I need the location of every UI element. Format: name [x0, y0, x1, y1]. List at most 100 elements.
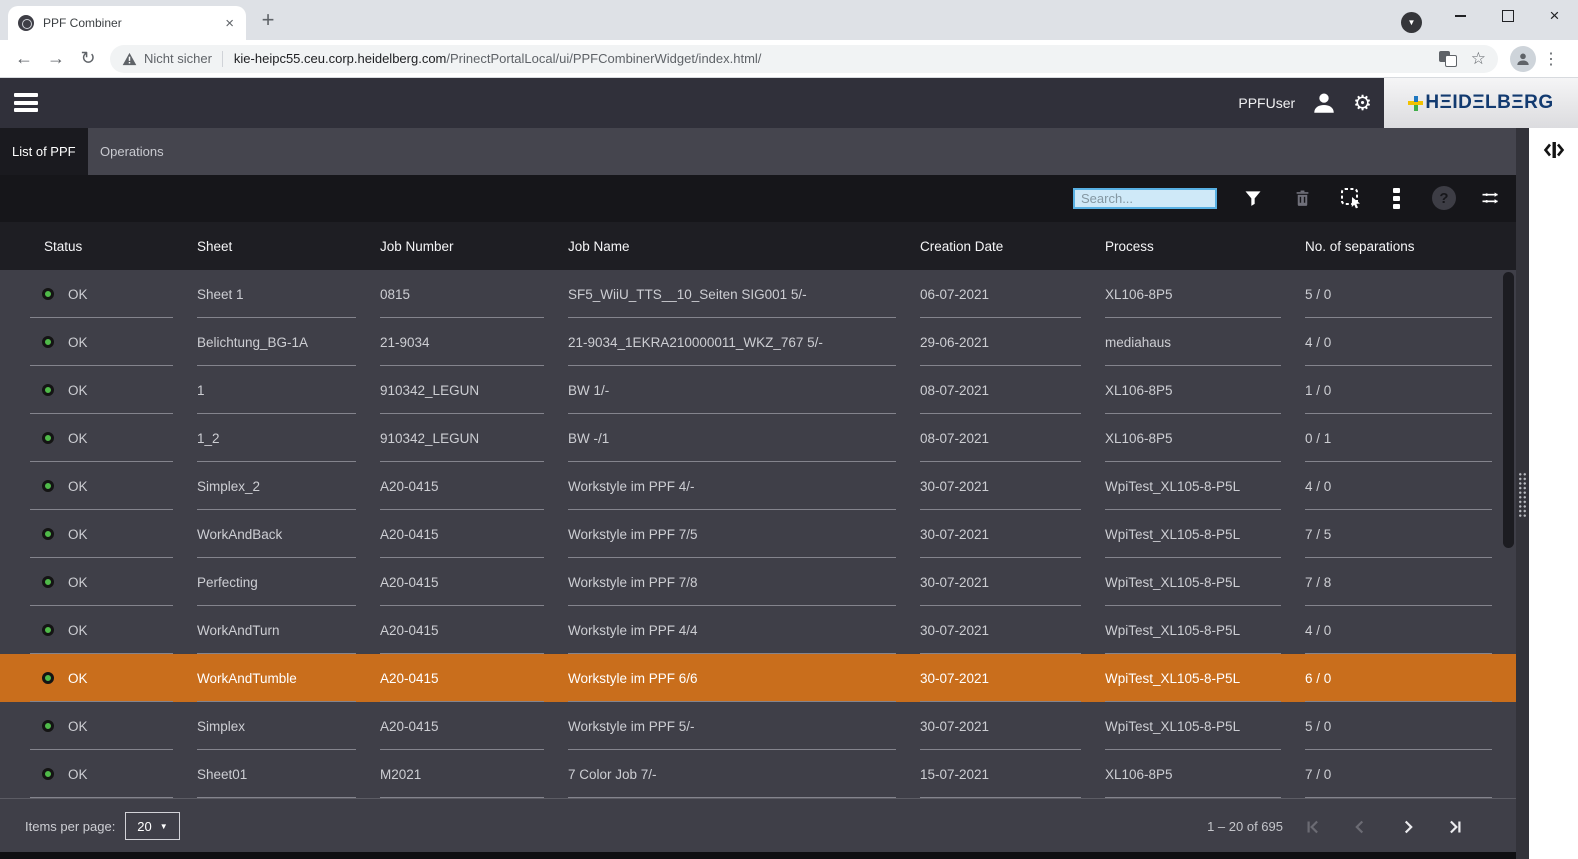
- cell-status: OK: [30, 366, 197, 414]
- first-page-icon[interactable]: [1300, 814, 1326, 840]
- cell-job-name: BW -/1: [568, 414, 920, 462]
- status-label: OK: [68, 334, 88, 350]
- close-button[interactable]: ×: [1531, 0, 1578, 32]
- cell-status: OK: [30, 606, 197, 654]
- column-header-no-of-separations[interactable]: No. of separations: [1305, 239, 1516, 254]
- cell-creation-date: 06-07-2021: [920, 270, 1105, 318]
- column-header-process[interactable]: Process: [1105, 239, 1305, 254]
- cell-sheet: WorkAndTurn: [197, 606, 380, 654]
- next-page-icon[interactable]: [1395, 814, 1421, 840]
- splitter-drag-handle-icon[interactable]: [1518, 472, 1527, 518]
- expand-panel-icon[interactable]: [1542, 141, 1566, 159]
- hamburger-menu-icon[interactable]: [14, 93, 38, 112]
- vertical-scrollbar-thumb[interactable]: [1503, 272, 1514, 548]
- help-icon[interactable]: ?: [1432, 186, 1456, 210]
- cell-process: WpiTest_XL105-8-P5L: [1105, 654, 1305, 702]
- table-row[interactable]: OK Simplex_2 A20-0415 Workstyle im PPF 4/- 3…: [0, 462, 1516, 510]
- cell-separations: 5 / 0: [1305, 270, 1516, 318]
- table-row[interactable]: OK WorkAndTurn A20-0415 Workstyle im PPF 4/…: [0, 606, 1516, 654]
- tab-close-icon[interactable]: ×: [223, 16, 236, 31]
- table-row[interactable]: OK 1_2 910342_LEGUN BW -/1 08-07-2021 XL106-8…: [0, 414, 1516, 462]
- cell-job-name: 21-9034_1EKRA210000011_WKZ_767 5/-: [568, 318, 920, 366]
- status-label: OK: [68, 382, 88, 398]
- cell-sheet: Belichtung_BG-1A: [197, 318, 380, 366]
- ppf-favicon-icon: [18, 15, 34, 31]
- back-icon[interactable]: ←: [8, 48, 40, 69]
- cell-job-number: A20-0415: [380, 558, 568, 606]
- column-header-job-number[interactable]: Job Number: [380, 239, 568, 254]
- cell-job-name: Workstyle im PPF 7/8: [568, 558, 920, 606]
- table-row[interactable]: OK Simplex A20-0415 Workstyle im PPF 5/- 30-…: [0, 702, 1516, 750]
- status-label: OK: [68, 622, 88, 638]
- column-header-status[interactable]: Status: [30, 239, 197, 254]
- items-per-page-select[interactable]: 20 ▼: [125, 812, 180, 840]
- forward-icon[interactable]: →: [40, 48, 72, 69]
- status-label: OK: [68, 286, 88, 302]
- reload-icon[interactable]: ↻: [72, 48, 104, 69]
- browser-tabstrip: PPF Combiner × + ▼ ×: [0, 0, 1578, 40]
- minimize-button[interactable]: [1437, 0, 1484, 32]
- browser-menu-icon[interactable]: ⋮: [1536, 49, 1566, 69]
- delete-trash-icon[interactable]: [1290, 186, 1314, 210]
- url-divider: [221, 50, 223, 67]
- column-header-job-name[interactable]: Job Name: [568, 239, 920, 254]
- search-input[interactable]: [1075, 190, 1215, 207]
- cell-sheet: Perfecting: [197, 558, 380, 606]
- cell-sheet: 1_2: [197, 414, 380, 462]
- browser-profile-avatar[interactable]: [1510, 45, 1536, 72]
- tab-operations[interactable]: Operations: [88, 128, 176, 175]
- cell-job-number: A20-0415: [380, 462, 568, 510]
- column-header-creation-date[interactable]: Creation Date: [920, 239, 1105, 254]
- items-per-page-label: Items per page:: [25, 818, 116, 834]
- column-header-sheet[interactable]: Sheet: [197, 239, 380, 254]
- cell-sheet: Simplex: [197, 702, 380, 750]
- filter-icon[interactable]: [1241, 186, 1265, 210]
- tab-list-of-ppf[interactable]: List of PPF: [0, 128, 88, 175]
- cell-status: OK: [30, 702, 197, 750]
- table-body: OK Sheet 1 0815 SF5_WiiU_TTS__10_Seiten SIG…: [0, 270, 1516, 798]
- cell-process: WpiTest_XL105-8-P5L: [1105, 462, 1305, 510]
- translate-icon[interactable]: [1438, 50, 1457, 67]
- table-row[interactable]: OK Belichtung_BG-1A 21-9034 21-9034_1EKRA21…: [0, 318, 1516, 366]
- table-row[interactable]: OK 1 910342_LEGUN BW 1/- 08-07-2021 XL106-8P5…: [0, 366, 1516, 414]
- table-row[interactable]: OK Perfecting A20-0415 Workstyle im PPF 7/8…: [0, 558, 1516, 606]
- table-row[interactable]: OK Sheet01 M2021 7 Color Job 7/- 15-07-2021 X…: [0, 750, 1516, 798]
- user-account-icon[interactable]: [1311, 90, 1337, 116]
- more-options-icon[interactable]: [1384, 186, 1408, 210]
- table-header: Status Sheet Job Number Job Name Creation Da…: [0, 222, 1516, 270]
- bookmark-star-icon[interactable]: ☆: [1471, 49, 1486, 69]
- cell-creation-date: 30-07-2021: [920, 702, 1105, 750]
- user-name-label: PPFUser: [1238, 95, 1296, 111]
- maximize-button[interactable]: [1484, 0, 1531, 32]
- cell-job-number: 21-9034: [380, 318, 568, 366]
- panel-splitter[interactable]: [1516, 128, 1529, 859]
- last-page-icon[interactable]: [1442, 814, 1468, 840]
- url-bar[interactable]: Nicht sicher kie-heipc55.ceu.corp.heidel…: [110, 44, 1498, 73]
- table-row-selected[interactable]: OK WorkAndTumble A20-0415 Workstyle im PPF …: [0, 654, 1516, 702]
- status-ok-icon: [42, 576, 54, 588]
- settings-gear-icon[interactable]: ⚙: [1353, 91, 1372, 116]
- table-row[interactable]: OK WorkAndBack A20-0415 Workstyle im PPF 7/…: [0, 510, 1516, 558]
- url-path: /PrinectPortalLocal/ui/PPFCombinerWidget…: [446, 51, 762, 66]
- cell-job-name: 7 Color Job 7/-: [568, 750, 920, 798]
- cell-process: XL106-8P5: [1105, 366, 1305, 414]
- cell-process: WpiTest_XL105-8-P5L: [1105, 558, 1305, 606]
- cell-creation-date: 08-07-2021: [920, 366, 1105, 414]
- browser-update-icon[interactable]: ▼: [1401, 12, 1422, 33]
- previous-page-icon[interactable]: [1347, 814, 1373, 840]
- cell-job-name: Workstyle im PPF 5/-: [568, 702, 920, 750]
- settings-sliders-icon[interactable]: [1478, 186, 1502, 210]
- select-mode-icon[interactable]: [1339, 186, 1363, 210]
- caret-down-icon: ▼: [159, 821, 168, 831]
- url-domain: kie-heipc55.ceu.corp.heidelberg.com: [233, 51, 447, 66]
- cell-process: WpiTest_XL105-8-P5L: [1105, 702, 1305, 750]
- table-row[interactable]: OK Sheet 1 0815 SF5_WiiU_TTS__10_Seiten SIG…: [0, 270, 1516, 318]
- cell-creation-date: 30-07-2021: [920, 558, 1105, 606]
- brand-name: HΞIDΞLBΞRG: [1425, 92, 1554, 113]
- new-tab-button[interactable]: +: [256, 8, 280, 32]
- browser-tab[interactable]: PPF Combiner ×: [8, 6, 246, 40]
- profile-person-icon: [1517, 53, 1529, 65]
- cell-process: mediahaus: [1105, 318, 1305, 366]
- cell-creation-date: 29-06-2021: [920, 318, 1105, 366]
- cell-separations: 7 / 8: [1305, 558, 1516, 606]
